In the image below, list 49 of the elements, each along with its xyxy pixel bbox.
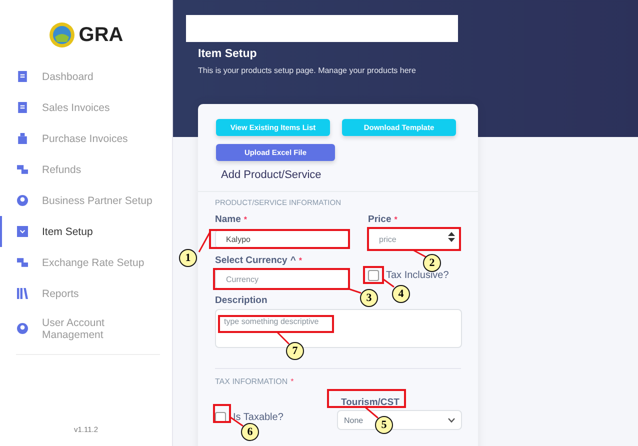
description-field[interactable]: type something descriptive xyxy=(215,309,462,348)
sidebar-item[interactable]: Exchange Rate Setup xyxy=(0,247,172,278)
spinner-icon[interactable] xyxy=(448,232,455,242)
page-subtitle: This is your products setup page. Manage your products here xyxy=(198,66,417,75)
seal-icon xyxy=(48,22,75,48)
leader-line xyxy=(348,288,362,294)
leader-line xyxy=(412,249,426,258)
sidebar-item[interactable]: Reports xyxy=(0,278,172,309)
sidebar-item[interactable]: User Account Management xyxy=(0,313,172,344)
field-label: Select Currency xyxy=(215,254,288,266)
leader-line xyxy=(382,278,394,288)
exchange-icon xyxy=(17,164,28,175)
sidebar-item[interactable]: Business Partner Setup xyxy=(0,185,172,216)
checkbox-label: Is Taxable? xyxy=(233,412,284,423)
highlight-frame xyxy=(213,404,231,423)
required-mark: * xyxy=(394,214,398,224)
leader-line xyxy=(198,232,211,252)
sidebar-item[interactable]: Dashboard xyxy=(0,61,172,92)
required-mark: * xyxy=(290,376,294,386)
user-icon xyxy=(17,195,28,206)
checkbox[interactable] xyxy=(368,270,379,281)
highlight-frame xyxy=(363,266,384,284)
bag-icon xyxy=(17,133,28,144)
document-icon xyxy=(17,71,28,82)
required-mark: * xyxy=(244,214,247,224)
field-label: Description xyxy=(215,294,268,306)
box-icon xyxy=(17,226,28,237)
field-label: Name xyxy=(215,214,241,224)
sidebar-item[interactable]: Refunds xyxy=(0,154,172,185)
field-label: Price xyxy=(368,214,392,224)
chevron-down-icon[interactable] xyxy=(448,418,455,422)
section-heading: TAX INFORMATION xyxy=(215,376,288,386)
exchange-icon xyxy=(17,257,28,268)
leader-line xyxy=(276,331,290,345)
caret-icon[interactable]: ^ xyxy=(290,254,296,266)
required-mark: * xyxy=(298,256,302,264)
document-icon xyxy=(17,102,28,113)
checkbox-label: Tax Inclusive? xyxy=(386,270,449,281)
logo-text: GRA xyxy=(78,24,124,46)
leader-line xyxy=(364,406,378,419)
page-title: Item Setup xyxy=(198,48,258,60)
field-label: Tourism/CST xyxy=(341,396,400,408)
callout-badge: 1 xyxy=(179,249,197,267)
sidebar-item[interactable]: Purchase Invoices xyxy=(0,123,172,154)
sidebar-item[interactable]: Item Setup xyxy=(0,216,172,247)
sidebar-item[interactable]: Sales Invoices xyxy=(0,92,172,123)
books-icon xyxy=(17,288,28,299)
card-title: Add Product/Service xyxy=(221,169,322,183)
user-icon xyxy=(17,323,28,334)
